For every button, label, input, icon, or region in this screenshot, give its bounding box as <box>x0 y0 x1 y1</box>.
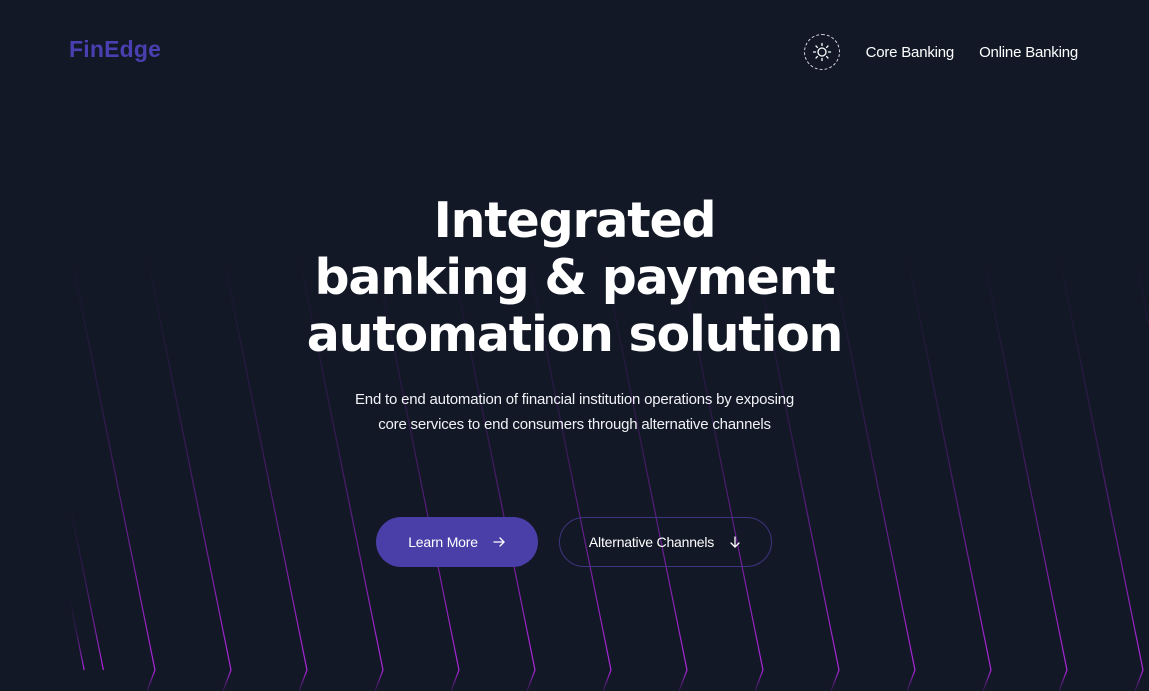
alternative-channels-button[interactable]: Alternative Channels <box>559 517 772 567</box>
hero-title: Integrated banking & payment automation … <box>265 192 885 363</box>
background-line <box>602 669 612 691</box>
background-line <box>69 599 85 671</box>
finedge-logo[interactable]: FinEdge <box>69 36 161 63</box>
learn-more-button[interactable]: Learn More <box>376 517 538 567</box>
hero-title-line: banking & payment <box>314 249 836 306</box>
sun-icon <box>812 42 831 62</box>
arrow-down-icon <box>728 535 742 549</box>
nav-online-banking[interactable]: Online Banking <box>979 44 1078 61</box>
hero-buttons: Learn More Alternative Channels <box>376 517 772 567</box>
hero-title-line: Integrated <box>433 192 717 249</box>
learn-more-label: Learn More <box>408 534 478 550</box>
background-line <box>69 504 104 671</box>
background-line <box>982 669 992 691</box>
background-line <box>374 669 384 691</box>
background-line <box>678 669 688 691</box>
hero-subtitle: End to end automation of financial insti… <box>355 391 794 433</box>
main-nav: Core Banking Online Banking <box>803 34 1078 70</box>
arrow-right-icon <box>492 535 506 549</box>
background-line <box>830 669 840 691</box>
background-line <box>754 669 764 691</box>
nav-core-banking[interactable]: Core Banking <box>866 44 955 61</box>
background-line <box>526 669 536 691</box>
alternative-channels-label: Alternative Channels <box>588 534 715 550</box>
landing-page: FinEdge Core Banking Online Banking Inte… <box>0 0 1149 691</box>
background-line <box>1058 669 1068 691</box>
background-line <box>298 669 308 691</box>
background-line <box>906 669 916 691</box>
background-line <box>146 669 156 691</box>
hero-section: Integrated banking & payment automation … <box>0 192 1149 437</box>
background-line <box>450 669 460 691</box>
background-line <box>222 669 232 691</box>
theme-toggle-button[interactable] <box>803 34 840 70</box>
background-line <box>1134 669 1144 691</box>
hero-title-line: automation solution <box>306 306 844 363</box>
